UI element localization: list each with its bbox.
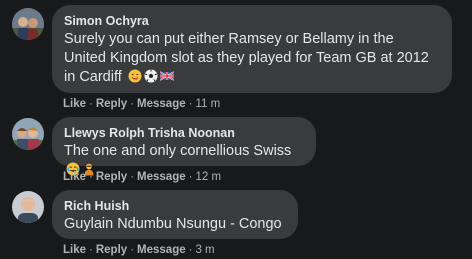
comment-actions: Like · Reply · Message · 11 m [63, 97, 220, 111]
comment-line: The one and only cornellious Swiss [64, 143, 292, 159]
separator: · [89, 171, 93, 183]
message-button[interactable]: Message [137, 98, 186, 110]
comment-timestamp[interactable]: 12 m [195, 171, 221, 183]
uk-flag-icon [159, 69, 175, 83]
like-button[interactable]: Like [63, 171, 86, 183]
comment-line: Guylain Ndumbu Nsungu - Congo [64, 216, 282, 232]
comment-line: Surely you can put either Ramsey or Bell… [64, 31, 394, 47]
comment-timestamp[interactable]: 3 m [195, 244, 214, 256]
message-button[interactable]: Message [137, 244, 186, 256]
comment-timestamp[interactable]: 11 m [195, 98, 220, 110]
comment-bubble: Simon Ochyra Surely you can put either R… [52, 5, 452, 93]
comment-bubble: Rich Huish Guylain Ndumbu Nsungu - Congo [52, 190, 298, 239]
soccer-ball-icon [144, 69, 158, 83]
separator: · [89, 244, 93, 256]
avatar[interactable] [12, 118, 44, 150]
separator: · [89, 98, 93, 110]
reply-button[interactable]: Reply [96, 244, 127, 256]
separator: · [188, 244, 193, 256]
separator: · [130, 171, 135, 183]
comment-text: Guylain Ndumbu Nsungu - Congo [64, 215, 286, 234]
comment-bubble: Llewys Rolph Trisha Noonan The one and o… [52, 117, 316, 176]
comment-actions: Like · Reply · Message · 3 m [63, 243, 215, 257]
separator: · [130, 98, 135, 110]
separator: · [188, 171, 193, 183]
separator: · [130, 244, 135, 256]
separator: · [188, 98, 193, 110]
comment-author[interactable]: Llewys Rolph Trisha Noonan [64, 125, 304, 141]
comment-text: Surely you can put either Ramsey or Bell… [64, 30, 440, 87]
reply-button[interactable]: Reply [96, 171, 127, 183]
like-button[interactable]: Like [63, 98, 86, 110]
comment-author[interactable]: Simon Ochyra [64, 13, 440, 29]
avatar[interactable] [12, 8, 44, 40]
comment-actions: Like · Reply · Message · 12 m [63, 170, 221, 184]
reply-button[interactable]: Reply [96, 98, 127, 110]
winking-face-tongue-icon [128, 69, 142, 83]
like-button[interactable]: Like [63, 244, 86, 256]
comment-line: in Cardiff [64, 69, 122, 85]
avatar[interactable] [12, 191, 44, 223]
comment-author[interactable]: Rich Huish [64, 198, 286, 214]
comment-line: United Kingdom slot as they played for T… [64, 50, 429, 66]
message-button[interactable]: Message [137, 171, 186, 183]
